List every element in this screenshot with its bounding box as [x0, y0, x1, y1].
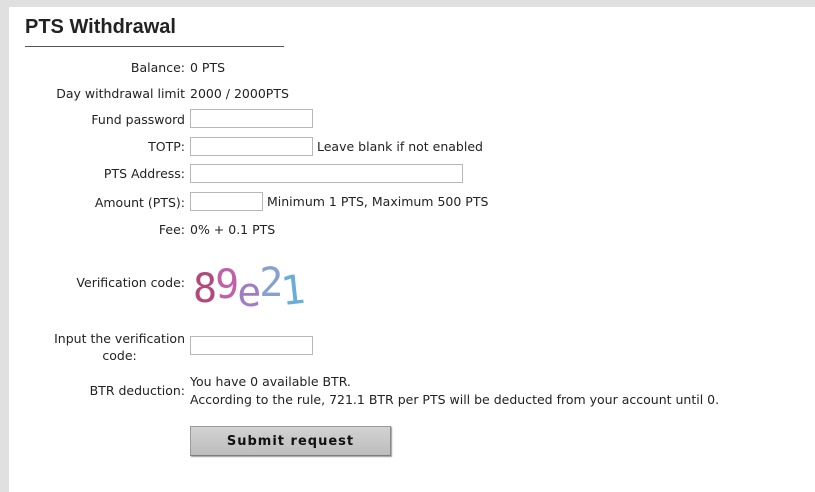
withdrawal-panel — [9, 7, 815, 492]
fee-value: 0% + 0.1 PTS — [190, 222, 276, 237]
submit-request-button[interactable]: Submit request — [190, 426, 391, 456]
page-title: PTS Withdrawal — [25, 16, 176, 38]
fund-password-label: Fund password — [91, 112, 185, 127]
captcha-char: 2 — [259, 260, 283, 306]
btr-line1: You have 0 available BTR. — [190, 374, 351, 389]
captcha-char: 8 — [193, 266, 217, 312]
captcha-char: 1 — [279, 266, 306, 316]
fee-label: Fee: — [158, 222, 185, 237]
input-verification-label-line1: Input the verification — [54, 331, 185, 346]
balance-label: Balance: — [130, 60, 185, 75]
totp-hint: Leave blank if not enabled — [317, 139, 483, 154]
captcha-char: e — [237, 270, 261, 316]
btr-label: BTR deduction: — [89, 383, 185, 398]
amount-label: Amount (PTS): — [94, 195, 185, 210]
totp-input[interactable] — [190, 137, 313, 156]
amount-hint: Minimum 1 PTS, Maximum 500 PTS — [267, 194, 489, 209]
amount-input[interactable] — [190, 192, 263, 211]
verification-code-input[interactable] — [190, 336, 313, 355]
title-divider — [25, 46, 284, 47]
day-limit-value: 2000 / 2000PTS — [190, 86, 289, 101]
pts-address-input[interactable] — [190, 164, 463, 183]
captcha-image[interactable]: 89e21 — [193, 260, 333, 316]
fund-password-input[interactable] — [190, 109, 313, 128]
captcha-char: 9 — [215, 262, 239, 308]
input-verification-label: Input the verification code: — [54, 330, 185, 364]
input-verification-label-line2: code: — [102, 348, 137, 363]
verification-label: Verification code: — [76, 275, 185, 290]
totp-label: TOTP: — [148, 139, 185, 154]
balance-value: 0 PTS — [190, 60, 226, 75]
day-limit-label: Day withdrawal limit — [56, 86, 185, 101]
address-label: PTS Address: — [103, 166, 185, 181]
btr-line2: According to the rule, 721.1 BTR per PTS… — [190, 392, 720, 407]
